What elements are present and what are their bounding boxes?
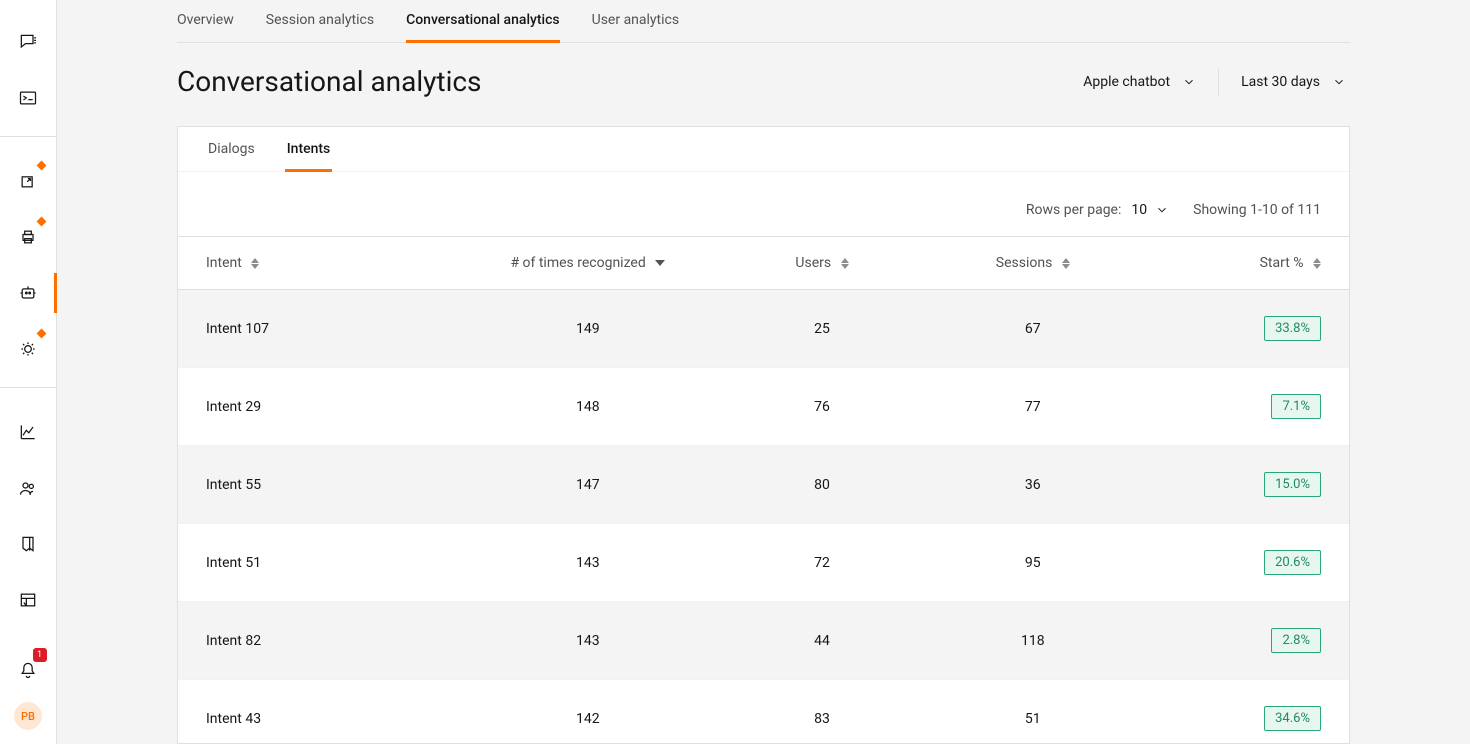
rail-analytics-icon[interactable] (0, 416, 57, 448)
cell-start: 2.8% (1138, 602, 1349, 680)
rows-per-page-label: Rows per page: (1026, 202, 1121, 218)
rail-export-icon[interactable] (0, 165, 57, 197)
table-row[interactable]: Intent 291487677 7.1% (178, 368, 1349, 446)
cell-recognized: 143 (459, 524, 717, 602)
chevron-down-icon (1332, 75, 1346, 89)
rows-per-page-select[interactable]: 10 (1131, 202, 1169, 218)
start-pill: 15.0% (1264, 472, 1321, 497)
start-pill: 2.8% (1271, 628, 1321, 653)
sort-desc-icon (655, 260, 665, 266)
cell-recognized: 147 (459, 446, 717, 524)
subtab-intents[interactable]: Intents (285, 127, 333, 171)
bot-select[interactable]: Apple chatbot (1079, 68, 1200, 96)
divider (1218, 68, 1219, 96)
cell-start: 20.6% (1138, 524, 1349, 602)
table-row[interactable]: Intent 511437295 20.6% (178, 524, 1349, 602)
rail-bot-icon[interactable] (0, 277, 57, 309)
cell-intent: Intent 82 (178, 602, 459, 680)
cell-users: 76 (717, 368, 928, 446)
tab-session-analytics[interactable]: Session analytics (266, 0, 374, 42)
rail-terminal-icon[interactable] (0, 82, 57, 114)
table-row[interactable]: Intent 1071492567 33.8% (178, 290, 1349, 368)
rail-bookmark-icon[interactable] (0, 528, 57, 560)
start-pill: 34.6% (1264, 706, 1321, 731)
cell-intent: Intent 43 (178, 680, 459, 744)
cell-start: 7.1% (1138, 368, 1349, 446)
start-pill: 7.1% (1271, 394, 1321, 419)
range-select[interactable]: Last 30 days (1237, 68, 1350, 96)
chevron-down-icon (1182, 75, 1196, 89)
cell-sessions: 118 (927, 602, 1138, 680)
rail-chat-icon[interactable] (0, 26, 57, 58)
cell-intent: Intent 107 (178, 290, 459, 368)
rail-print-icon[interactable] (0, 221, 57, 253)
subtab-dialogs[interactable]: Dialogs (206, 127, 257, 171)
cell-start: 15.0% (1138, 446, 1349, 524)
table-row[interactable]: Intent 551478036 15.0% (178, 446, 1349, 524)
showing-text: Showing 1-10 of 111 (1193, 202, 1321, 218)
sort-icon (1062, 258, 1070, 269)
update-dot-icon (36, 217, 46, 227)
cell-recognized: 142 (459, 680, 717, 744)
intents-table: Intent # of times recognized (178, 236, 1349, 744)
col-start-header[interactable]: Start % (1138, 237, 1349, 290)
rail-notifications-icon[interactable]: 1 (0, 654, 57, 686)
table-row[interactable]: Intent 431428351 34.6% (178, 680, 1349, 744)
col-recognized-header[interactable]: # of times recognized (459, 237, 717, 290)
col-intent-header[interactable]: Intent (178, 237, 459, 290)
rows-per-page-value: 10 (1131, 202, 1147, 218)
chevron-down-icon (1155, 203, 1169, 217)
cell-intent: Intent 51 (178, 524, 459, 602)
sort-icon (251, 258, 259, 269)
rail-layout-icon[interactable] (0, 584, 57, 616)
analytics-card: Dialogs Intents Rows per page: 10 Showin… (177, 126, 1350, 744)
cell-sessions: 95 (927, 524, 1138, 602)
col-sessions-header[interactable]: Sessions (927, 237, 1138, 290)
range-select-value: Last 30 days (1241, 74, 1320, 90)
cell-recognized: 148 (459, 368, 717, 446)
cell-recognized: 149 (459, 290, 717, 368)
start-pill: 20.6% (1264, 550, 1321, 575)
cell-sessions: 77 (927, 368, 1138, 446)
table-row[interactable]: Intent 8214344118 2.8% (178, 602, 1349, 680)
col-users-header[interactable]: Users (717, 237, 928, 290)
notification-badge: 1 (33, 648, 47, 662)
tab-overview[interactable]: Overview (177, 0, 234, 42)
cell-intent: Intent 29 (178, 368, 459, 446)
cell-recognized: 143 (459, 602, 717, 680)
cell-start: 34.6% (1138, 680, 1349, 744)
cell-sessions: 67 (927, 290, 1138, 368)
cell-sessions: 51 (927, 680, 1138, 744)
page-title: Conversational analytics (177, 65, 1079, 98)
start-pill: 33.8% (1264, 316, 1321, 341)
rail-debug-icon[interactable] (0, 333, 57, 365)
tab-user-analytics[interactable]: User analytics (592, 0, 679, 42)
left-rail: 1 PB (0, 0, 57, 744)
cell-users: 72 (717, 524, 928, 602)
bot-select-value: Apple chatbot (1083, 74, 1170, 90)
cell-users: 80 (717, 446, 928, 524)
top-nav: Overview Session analytics Conversationa… (177, 0, 1350, 43)
cell-users: 83 (717, 680, 928, 744)
cell-start: 33.8% (1138, 290, 1349, 368)
rail-users-icon[interactable] (0, 472, 57, 504)
tab-conversational-analytics[interactable]: Conversational analytics (406, 0, 560, 42)
sort-icon (841, 258, 849, 269)
sort-icon (1313, 258, 1321, 269)
update-dot-icon (36, 161, 46, 171)
cell-intent: Intent 55 (178, 446, 459, 524)
cell-users: 25 (717, 290, 928, 368)
update-dot-icon (36, 329, 46, 339)
avatar[interactable]: PB (14, 702, 42, 730)
subtab-bar: Dialogs Intents (178, 127, 1349, 172)
cell-sessions: 36 (927, 446, 1138, 524)
cell-users: 44 (717, 602, 928, 680)
